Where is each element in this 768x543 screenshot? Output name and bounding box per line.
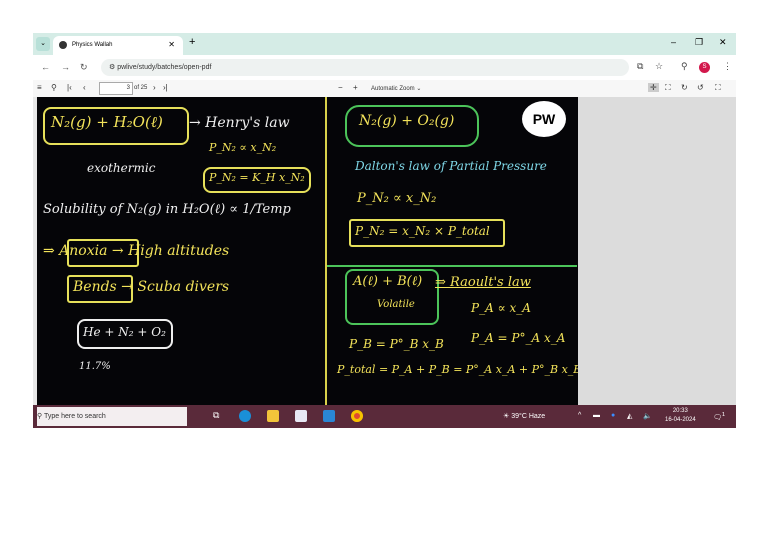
- edge-icon[interactable]: [239, 410, 251, 422]
- url-text: pwlive/study/batches/open-pdf: [117, 64, 212, 71]
- prev-page-button[interactable]: ‹: [83, 83, 86, 92]
- notification-count: 1: [721, 412, 726, 418]
- next-page-button[interactable]: ›: [153, 83, 156, 92]
- notifications-icon[interactable]: 🗨1: [713, 412, 725, 421]
- tray-overflow-icon[interactable]: ^: [578, 412, 581, 419]
- page-total: of 25: [134, 85, 148, 91]
- file-explorer-icon[interactable]: [267, 410, 279, 422]
- pan-tool-icon[interactable]: ✛: [648, 83, 659, 92]
- note: → Henry's law: [189, 115, 290, 131]
- site-info-icon[interactable]: ⚙: [109, 64, 117, 71]
- close-window-button[interactable]: ✕: [719, 37, 727, 48]
- volume-icon[interactable]: 🔈: [643, 412, 652, 420]
- profile-avatar[interactable]: S: [699, 62, 710, 73]
- zoom-in-button[interactable]: +: [353, 83, 358, 92]
- battery-icon[interactable]: ▬: [593, 412, 600, 419]
- equation: P_N₂ = K_H x_N₂: [209, 171, 305, 184]
- pw-logo: PW: [522, 101, 566, 137]
- search-placeholder: Type here to search: [43, 413, 106, 420]
- divider: [327, 265, 577, 267]
- taskbar-search-input[interactable]: ⚲ Type here to search: [37, 407, 187, 426]
- note: Volatile: [377, 299, 415, 310]
- weather-text: 39°C Haze: [511, 413, 546, 420]
- zoom-out-button[interactable]: −: [338, 83, 343, 92]
- note: Dalton's law of Partial Pressure: [355, 159, 547, 173]
- chrome-icon[interactable]: [351, 410, 363, 422]
- pdf-viewer-background: [578, 97, 736, 405]
- bluetooth-icon[interactable]: ●: [611, 412, 615, 419]
- note: exothermic: [87, 161, 156, 175]
- equation: He + N₂ + O₂: [83, 325, 166, 339]
- equation: P_A = P°_A x_A: [471, 331, 566, 345]
- equation: N₂(g) + O₂(g): [359, 113, 455, 129]
- screen: ⌄ Physics Wallah ✕ + – ❐ ✕ ← → ↻ ⚙ pwliv…: [33, 33, 736, 428]
- forward-button[interactable]: →: [61, 62, 70, 72]
- equation: P_N₂ ∝ x_N₂: [357, 191, 437, 206]
- equation: P_B = P°_B x_B: [349, 337, 444, 351]
- zoom-select[interactable]: Automatic Zoom ⌄: [371, 85, 421, 92]
- tab-title: Physics Wallah: [72, 42, 113, 48]
- windows-taskbar: ⚲ Type here to search ⧉ ☀ 39°C Haze ^ ▬ …: [33, 405, 736, 428]
- tab-bar: ⌄ Physics Wallah ✕ + – ❐ ✕: [33, 33, 736, 55]
- extensions-icon[interactable]: ⚲: [681, 61, 688, 72]
- fullscreen-icon[interactable]: ⛶: [715, 83, 721, 93]
- search-icon[interactable]: ⚲: [51, 83, 57, 92]
- note: Solubility of N₂(g) in H₂O(ℓ) ∝ 1/Temp: [43, 202, 291, 217]
- menu-icon[interactable]: ⋮: [723, 61, 732, 72]
- page-number-input[interactable]: 3: [99, 82, 133, 95]
- equation: P_A ∝ x_A: [471, 301, 531, 315]
- select-tool-icon[interactable]: ⛶: [665, 83, 671, 93]
- favicon-icon: [59, 41, 67, 49]
- mail-icon[interactable]: [323, 410, 335, 422]
- pdf-page-whiteboard: N₂(g) + H₂O(ℓ) → Henry's law exothermic …: [37, 97, 582, 405]
- note: 11.7%: [79, 361, 111, 372]
- equation: A(ℓ) + B(ℓ): [353, 274, 423, 289]
- store-icon[interactable]: [295, 410, 307, 422]
- divider: [325, 97, 327, 405]
- first-page-button[interactable]: |‹: [67, 83, 72, 92]
- weather-widget[interactable]: ☀ 39°C Haze: [503, 412, 545, 420]
- close-tab-icon[interactable]: ✕: [168, 40, 175, 49]
- rotate-ccw-icon[interactable]: ↺: [697, 83, 704, 92]
- back-button[interactable]: ←: [41, 62, 50, 72]
- tab-physics-wallah[interactable]: Physics Wallah ✕: [53, 36, 183, 55]
- equation: P_N₂ = x_N₂ × P_total: [355, 224, 490, 238]
- task-view-icon[interactable]: ⧉: [213, 410, 225, 422]
- equation: P_N₂ ∝ x_N₂: [209, 141, 277, 154]
- bookmark-star-icon[interactable]: ☆: [655, 61, 663, 72]
- maximize-button[interactable]: ❐: [695, 37, 703, 48]
- rotate-cw-icon[interactable]: ↻: [681, 83, 688, 92]
- pdf-toolbar: ≡ ⚲ |‹ ‹ 3 of 25 › ›| − + Automatic Zoom…: [33, 80, 736, 97]
- note: ⇒ Anoxia → High altitudes: [43, 243, 230, 259]
- note: Bends → Scuba divers: [73, 279, 230, 295]
- tab-search-button[interactable]: ⌄: [36, 37, 50, 51]
- search-icon: ⚲: [37, 413, 44, 420]
- time: 20:33: [672, 408, 688, 414]
- address-bar-row: ← → ↻ ⚙ pwlive/study/batches/open-pdf ⧉ …: [33, 55, 736, 80]
- date: 16-04-2024: [665, 417, 696, 423]
- last-page-button[interactable]: ›|: [163, 83, 168, 92]
- equation: P_total = P_A + P_B = P°_A x_A + P°_B x_…: [337, 363, 582, 376]
- reload-button[interactable]: ↻: [80, 62, 88, 73]
- install-icon[interactable]: ⧉: [637, 61, 643, 72]
- clock[interactable]: 20:33 16-04-2024: [665, 407, 696, 425]
- url-input[interactable]: ⚙ pwlive/study/batches/open-pdf: [101, 59, 629, 76]
- sidebar-toggle-icon[interactable]: ≡: [37, 83, 42, 92]
- new-tab-button[interactable]: +: [189, 36, 195, 48]
- minimize-button[interactable]: –: [671, 37, 676, 47]
- network-icon[interactable]: ◭: [627, 412, 632, 420]
- equation: N₂(g) + H₂O(ℓ): [51, 113, 163, 131]
- note: ⇒ Raoult's law: [435, 275, 531, 290]
